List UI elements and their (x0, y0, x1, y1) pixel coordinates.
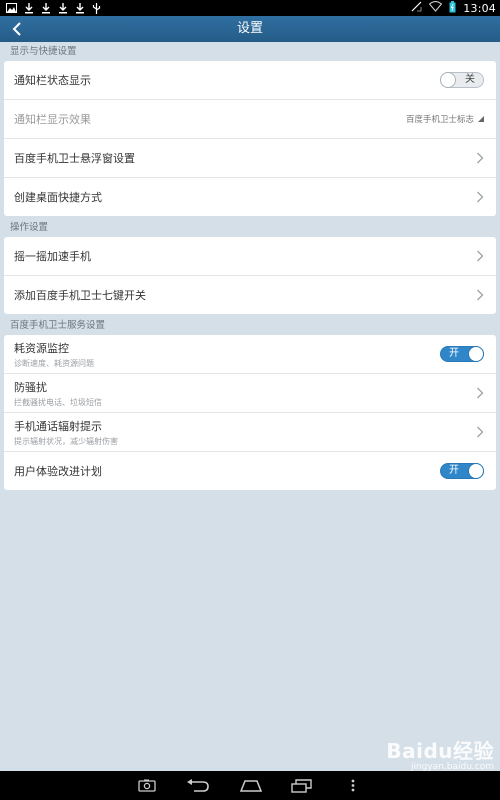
setting-notification-status[interactable]: 通知栏状态显示 关 (4, 61, 496, 100)
signal-off-icon (411, 1, 422, 15)
row-label: 耗资源监控 (14, 341, 69, 355)
row-subtitle: 提示辐射状况，减少辐射伤害 (14, 436, 118, 446)
gallery-icon (6, 3, 17, 14)
chevron-right-icon (477, 289, 484, 301)
setting-shake-accelerate[interactable]: 摇一摇加速手机 (4, 237, 496, 276)
back-arrow-icon (187, 779, 209, 792)
toggle-label: 开 (449, 465, 459, 476)
row-label: 摇一摇加速手机 (14, 250, 91, 263)
row-subtitle: 拦截骚扰电话、垃圾短信 (14, 397, 102, 407)
section-card-display: 通知栏状态显示 关 通知栏显示效果 百度手机卫士标志 百度手机卫士悬浮窗设置 创… (4, 61, 496, 216)
more-vertical-icon (351, 779, 355, 792)
setting-user-experience[interactable]: 用户体验改进计划 开 (4, 452, 496, 490)
battery-icon (449, 0, 456, 16)
download-icon (57, 2, 68, 14)
watermark-logo: Baidu经验 (386, 739, 494, 763)
user-experience-toggle[interactable]: 开 (440, 463, 484, 479)
row-label: 通知栏状态显示 (14, 74, 91, 87)
settings-list: 显示与快捷设置 通知栏状态显示 关 通知栏显示效果 百度手机卫士标志 百度手机卫… (0, 42, 500, 771)
setting-anti-harassment[interactable]: 防骚扰 拦截骚扰电话、垃圾短信 (4, 374, 496, 413)
clock: 13:04 (463, 1, 496, 15)
row-label: 通知栏显示效果 (14, 113, 91, 126)
chevron-right-icon (477, 191, 484, 203)
setting-radiation-alert[interactable]: 手机通话辐射提示 提示辐射状况，减少辐射伤害 (4, 413, 496, 452)
section-card-service: 耗资源监控 诊断速度、耗资源问题 开 防骚扰 拦截骚扰电话、垃圾短信 手机通话辐… (4, 335, 496, 490)
download-icon (23, 2, 34, 14)
section-header-operation: 操作设置 (10, 222, 49, 233)
notification-status-toggle[interactable]: 关 (440, 72, 484, 88)
download-icon (74, 2, 85, 14)
row-label: 创建桌面快捷方式 (14, 191, 102, 204)
toggle-knob (440, 72, 456, 88)
recent-apps-icon (291, 778, 312, 793)
home-icon (239, 780, 263, 792)
setting-seven-key-switch[interactable]: 添加百度手机卫士七键开关 (4, 276, 496, 314)
dropdown-triangle-icon (478, 116, 484, 122)
chevron-right-icon (477, 426, 484, 438)
chevron-right-icon (477, 387, 484, 399)
section-header-service: 百度手机卫士服务设置 (10, 320, 106, 331)
screenshot-button[interactable] (136, 777, 158, 794)
section-card-operation: 摇一摇加速手机 添加百度手机卫士七键开关 (4, 237, 496, 314)
setting-desktop-shortcut[interactable]: 创建桌面快捷方式 (4, 178, 496, 216)
toggle-knob (468, 463, 484, 479)
notification-effect-value: 百度手机卫士标志 (405, 115, 474, 125)
toggle-label: 关 (465, 74, 475, 85)
camera-icon (138, 779, 156, 792)
download-icon (40, 2, 51, 14)
resource-monitor-toggle[interactable]: 开 (440, 346, 484, 362)
row-label: 添加百度手机卫士七键开关 (14, 289, 146, 302)
setting-floating-window[interactable]: 百度手机卫士悬浮窗设置 (4, 139, 496, 178)
back-nav-button[interactable] (185, 777, 211, 794)
chevron-right-icon (477, 152, 484, 164)
setting-notification-effect[interactable]: 通知栏显示效果 百度手机卫士标志 (4, 100, 496, 139)
title-bar: 设置 (0, 16, 500, 42)
row-label: 防骚扰 (14, 380, 47, 394)
toggle-label: 开 (449, 348, 459, 359)
usb-icon (91, 2, 102, 14)
navigation-bar (0, 771, 500, 800)
wifi-icon (429, 0, 443, 15)
home-button[interactable] (238, 777, 264, 794)
watermark: Baidu经验 jingyan.baidu.com (386, 735, 494, 772)
recent-apps-button[interactable] (290, 777, 314, 794)
setting-resource-monitor[interactable]: 耗资源监控 诊断速度、耗资源问题 开 (4, 335, 496, 374)
chevron-right-icon (477, 250, 484, 262)
status-bar: 13:04 (0, 0, 500, 16)
row-label: 百度手机卫士悬浮窗设置 (14, 152, 135, 165)
menu-button[interactable] (348, 777, 358, 794)
row-label: 手机通话辐射提示 (14, 419, 102, 433)
row-subtitle: 诊断速度、耗资源问题 (14, 358, 94, 368)
toggle-knob (468, 346, 484, 362)
page-title: 设置 (236, 21, 263, 36)
section-header-display: 显示与快捷设置 (10, 46, 77, 57)
row-label: 用户体验改进计划 (14, 465, 102, 478)
